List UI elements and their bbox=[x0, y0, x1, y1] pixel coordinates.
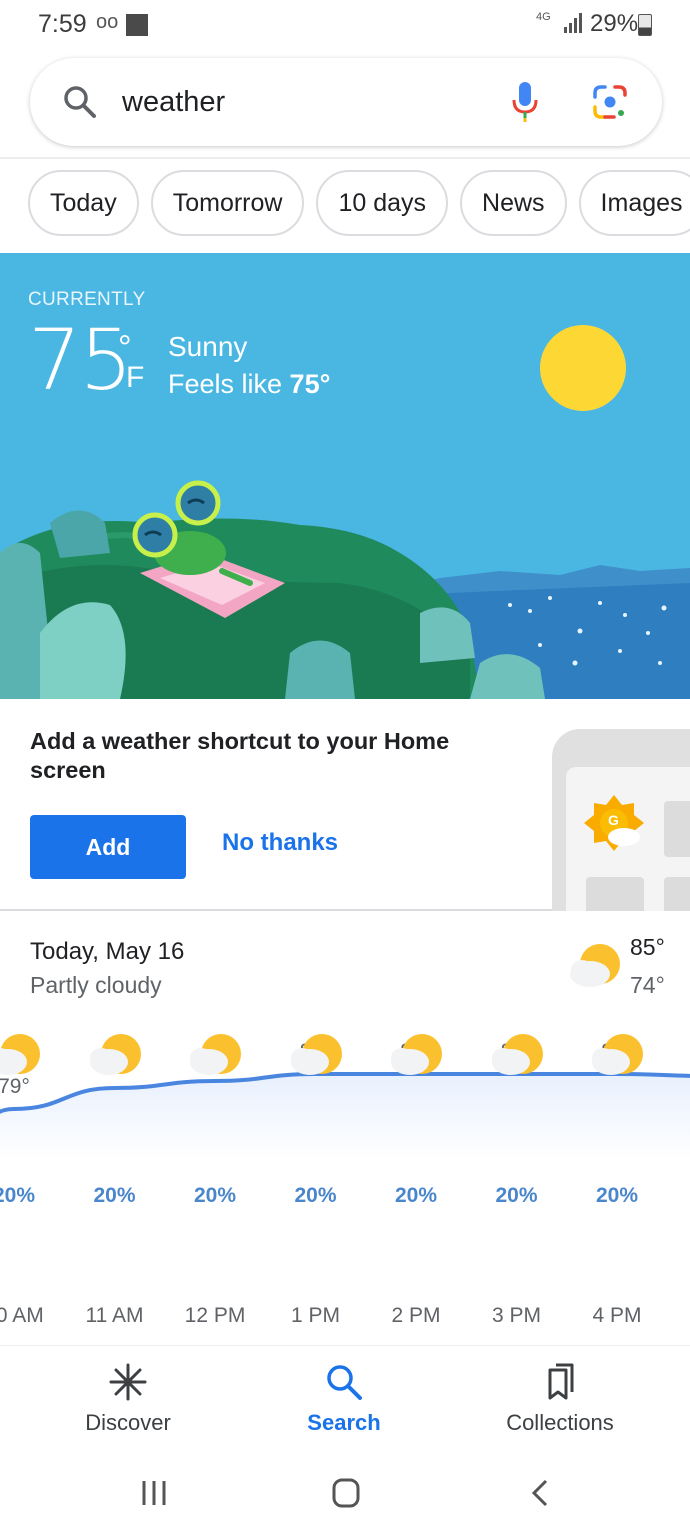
filter-chips: Today Tomorrow 10 days News Images bbox=[28, 170, 690, 236]
recent-apps-icon[interactable] bbox=[134, 1473, 174, 1513]
hourly-precip: 20% bbox=[394, 1184, 438, 1207]
nav-collections-label: Collections bbox=[506, 1410, 614, 1435]
hourly-precip: 20% bbox=[495, 1184, 538, 1207]
hourly-precip: 20% bbox=[595, 1184, 639, 1207]
discover-icon bbox=[109, 1363, 147, 1401]
partly-cloudy-icon bbox=[491, 1034, 543, 1075]
partly-cloudy-icon bbox=[570, 944, 620, 987]
status-bar: 7:59 oo 4G 29% bbox=[0, 0, 690, 52]
partly-cloudy-icon bbox=[190, 1034, 241, 1075]
hourly-time: 1 PM bbox=[290, 1304, 340, 1327]
chip-tomorrow[interactable]: Tomorrow bbox=[150, 170, 305, 236]
sun-icon bbox=[540, 325, 626, 411]
partly-cloudy-icon bbox=[391, 1034, 442, 1075]
low-temperature: 74° bbox=[630, 972, 665, 998]
feels-like-value: 75° bbox=[289, 369, 331, 399]
hourly-time: 2 PM bbox=[391, 1304, 441, 1327]
bottom-navigation: Discover Search Collections bbox=[0, 1345, 690, 1455]
weather-hero[interactable]: CURRENTLY 75 ° F Sunny Feels like 75° bbox=[0, 253, 690, 699]
feels-like-prefix: Feels like bbox=[168, 369, 290, 399]
search-input[interactable]: weather bbox=[122, 86, 225, 119]
forecast-condition: Partly cloudy bbox=[30, 972, 162, 998]
mic-icon[interactable] bbox=[510, 80, 540, 124]
hourly-precip: 20% bbox=[0, 1184, 36, 1207]
chip-news[interactable]: News bbox=[460, 170, 567, 236]
nav-discover-label: Discover bbox=[85, 1410, 171, 1435]
feels-like: Feels like 75° bbox=[168, 369, 330, 400]
search-bar[interactable]: weather bbox=[30, 58, 662, 146]
hourly-time: 11 AM bbox=[85, 1304, 144, 1327]
chip-today[interactable]: Today bbox=[28, 170, 139, 236]
network-type-icon: 4G bbox=[536, 11, 551, 23]
signal-icon bbox=[564, 13, 582, 33]
home-icon[interactable] bbox=[326, 1473, 366, 1513]
collections-icon bbox=[548, 1363, 574, 1400]
hourly-forecast[interactable]: 79°20%10 AM82°20%11 AM83°20%12 PM84°20%1… bbox=[0, 1030, 690, 1350]
shortcut-card: Add a weather shortcut to your Home scre… bbox=[0, 699, 690, 911]
hourly-time: 10 AM bbox=[0, 1304, 44, 1327]
hourly-time: 4 PM bbox=[592, 1304, 642, 1327]
search-icon bbox=[327, 1365, 362, 1400]
nav-search-label: Search bbox=[307, 1410, 381, 1435]
hourly-precip: 20% bbox=[193, 1184, 237, 1207]
add-button[interactable]: Add bbox=[30, 815, 186, 879]
system-navigation bbox=[0, 1455, 690, 1533]
current-temperature: 75 bbox=[28, 311, 133, 409]
nav-search[interactable]: Search bbox=[264, 1362, 424, 1436]
svg-text:G: G bbox=[608, 812, 619, 828]
no-thanks-button[interactable]: No thanks bbox=[222, 829, 338, 857]
current-condition: Sunny bbox=[168, 331, 248, 362]
partly-cloudy-icon bbox=[290, 1034, 342, 1075]
shortcut-title: Add a weather shortcut to your Home scre… bbox=[30, 728, 450, 783]
nav-discover[interactable]: Discover bbox=[48, 1362, 208, 1436]
divider bbox=[0, 157, 690, 159]
partly-cloudy-icon bbox=[592, 1034, 643, 1075]
voicemail-icon: oo bbox=[96, 11, 119, 33]
partly-cloudy-icon bbox=[89, 1034, 141, 1075]
hourly-precip: 20% bbox=[294, 1184, 337, 1207]
phone-illustration: G bbox=[552, 729, 690, 911]
chip-10-days[interactable]: 10 days bbox=[316, 170, 449, 236]
forecast-day-label: Today, May 16 bbox=[30, 938, 185, 965]
back-icon[interactable] bbox=[520, 1473, 560, 1513]
lens-icon[interactable] bbox=[592, 84, 628, 120]
hourly-precip: 20% bbox=[93, 1184, 136, 1207]
currently-label: CURRENTLY bbox=[28, 289, 146, 310]
nav-collections[interactable]: Collections bbox=[480, 1362, 640, 1436]
hourly-time: 12 PM bbox=[184, 1304, 246, 1327]
partly-cloudy-icon bbox=[0, 1034, 40, 1075]
high-temperature: 85° bbox=[630, 934, 665, 960]
temperature-unit[interactable]: F bbox=[126, 361, 144, 395]
battery-percent: 29% bbox=[590, 10, 639, 37]
battery-icon bbox=[638, 14, 652, 36]
search-icon bbox=[64, 86, 96, 118]
hourly-time: 3 PM bbox=[491, 1304, 541, 1327]
chip-images[interactable]: Images bbox=[578, 170, 690, 236]
status-time: 7:59 bbox=[38, 10, 87, 38]
notification-icon bbox=[126, 14, 148, 36]
